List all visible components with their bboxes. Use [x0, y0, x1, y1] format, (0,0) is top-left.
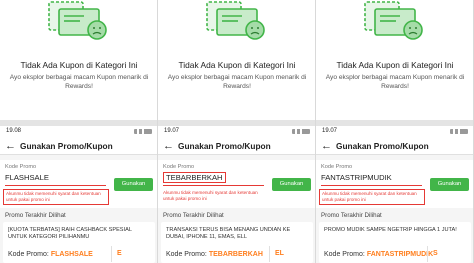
promo-next-code: S: [433, 250, 438, 257]
apply-button[interactable]: Gunakan: [430, 178, 469, 191]
signal-icon: [292, 129, 310, 134]
empty-description: Ayo eksplor berbagai macam Kupon menarik…: [9, 74, 149, 90]
apply-button[interactable]: Gunakan: [114, 178, 153, 191]
empty-state: Tidak Ada Kupon di Kategori Ini Ayo eksp…: [316, 0, 474, 120]
promo-title: TRANSAKSI TERUS BISA MENANG UNDIAN KE DU…: [166, 227, 291, 240]
promo-code-row: Kode Promo: FANTASTRIPMUDIK: [324, 251, 433, 258]
promo-input-card: Kode Promo FANTASTRIPMUDIK Gunakan Akunm…: [316, 160, 474, 208]
recent-promo-label: Promo Terakhir Dilihat: [163, 212, 224, 219]
promo-card[interactable]: PROMO MUDIK SAMPE NGETRIP HINGGA 1 JUTA!…: [319, 222, 471, 263]
promo-code-field[interactable]: Kode Promo FLASHSALE: [5, 164, 106, 186]
error-message: Akunmu tidak memenuhi syarat dan ketentu…: [3, 189, 109, 205]
promo-code: TEBARBERKAH: [208, 251, 263, 258]
empty-state: Tidak Ada Kupon di Kategori Ini Ayo eksp…: [0, 0, 158, 120]
signal-icon: [134, 129, 152, 134]
promo-code-label: Kode Promo:: [8, 251, 49, 258]
page-title: Gunakan Promo/Kupon: [178, 141, 271, 151]
field-error-underline: [5, 185, 106, 186]
empty-state: Tidak Ada Kupon di Kategori Ini Ayo eksp…: [158, 0, 316, 120]
promo-input-card: Kode Promo TEBARBERKAH Gunakan Akunmu ti…: [158, 160, 316, 208]
promo-title: [KUOTA TERBATAS] RAIH CASHBACK SPESIAL U…: [8, 227, 132, 240]
panel-flashsale: Tidak Ada Kupon di Kategori Ini Ayo eksp…: [0, 0, 158, 263]
promo-next-code: E: [117, 250, 122, 257]
status-time: 19.07: [322, 128, 338, 134]
status-bar: 19.08: [0, 126, 158, 137]
back-arrow-icon[interactable]: ←: [321, 140, 333, 152]
field-error-underline: [321, 185, 422, 186]
promo-card[interactable]: TRANSAKSI TERUS BISA MENANG UNDIAN KE DU…: [161, 222, 313, 263]
page-title: Gunakan Promo/Kupon: [336, 141, 429, 151]
field-value[interactable]: TEBARBERKAH: [163, 172, 226, 183]
error-message: Akunmu tidak memenuhi syarat dan ketentu…: [163, 190, 258, 201]
promo-code-field[interactable]: Kode Promo TEBARBERKAH: [163, 164, 264, 186]
apply-button[interactable]: Gunakan: [272, 178, 311, 191]
app-header: ← Gunakan Promo/Kupon: [316, 137, 474, 155]
app-header: ← Gunakan Promo/Kupon: [158, 137, 316, 155]
status-time: 19.08: [6, 128, 22, 134]
empty-title: Tidak Ada Kupon di Kategori Ini: [178, 60, 296, 70]
status-time: 19.07: [164, 128, 180, 134]
promo-code: FANTASTRIPMUDIK: [366, 251, 434, 258]
back-arrow-icon[interactable]: ←: [5, 140, 17, 152]
promo-code-label: Kode Promo:: [166, 251, 207, 258]
empty-coupon-icon: [48, 1, 107, 40]
promo-code-row: Kode Promo: FLASHSALE: [8, 251, 93, 258]
status-bar: 19.07: [316, 126, 474, 137]
promo-next-code: EL: [275, 250, 284, 257]
promo-title: PROMO MUDIK SAMPE NGETRIP HINGGA 1 JUTA!: [324, 227, 457, 233]
promo-divider: [269, 246, 270, 262]
error-message: Akunmu tidak memenuhi syarat dan ketentu…: [319, 189, 425, 205]
status-bar: 19.07: [158, 126, 316, 137]
empty-description: Ayo eksplor berbagai macam Kupon menarik…: [167, 74, 307, 90]
field-error-underline: [163, 185, 264, 186]
recent-promo-label: Promo Terakhir Dilihat: [5, 212, 66, 219]
back-arrow-icon[interactable]: ←: [163, 140, 175, 152]
promo-code-row: Kode Promo: TEBARBERKAH: [166, 251, 263, 258]
empty-description: Ayo eksplor berbagai macam Kupon menarik…: [325, 74, 465, 90]
field-label: Kode Promo: [321, 164, 353, 170]
recent-promo-label: Promo Terakhir Dilihat: [321, 212, 382, 219]
promo-code: FLASHSALE: [50, 251, 93, 258]
field-label: Kode Promo: [5, 164, 37, 170]
signal-icon: [450, 129, 468, 134]
promo-divider: [111, 246, 112, 262]
field-label: Kode Promo: [163, 164, 195, 170]
field-value[interactable]: FANTASTRIPMUDIK: [321, 173, 392, 182]
promo-code-field[interactable]: Kode Promo FANTASTRIPMUDIK: [321, 164, 422, 186]
panel-tebarberkah: Tidak Ada Kupon di Kategori Ini Ayo eksp…: [158, 0, 316, 263]
promo-card[interactable]: [KUOTA TERBATAS] RAIH CASHBACK SPESIAL U…: [3, 222, 155, 263]
empty-title: Tidak Ada Kupon di Kategori Ini: [20, 60, 138, 70]
promo-code-label: Kode Promo:: [324, 251, 365, 258]
promo-divider: [427, 246, 428, 262]
panel-fantastripmudik: Tidak Ada Kupon di Kategori Ini Ayo eksp…: [316, 0, 474, 263]
empty-coupon-icon: [206, 1, 265, 40]
app-header: ← Gunakan Promo/Kupon: [0, 137, 158, 155]
empty-coupon-icon: [364, 1, 423, 40]
page-title: Gunakan Promo/Kupon: [20, 141, 113, 151]
promo-input-card: Kode Promo FLASHSALE Gunakan Akunmu tida…: [0, 160, 158, 208]
empty-title: Tidak Ada Kupon di Kategori Ini: [336, 60, 454, 70]
field-value[interactable]: FLASHSALE: [5, 173, 49, 182]
